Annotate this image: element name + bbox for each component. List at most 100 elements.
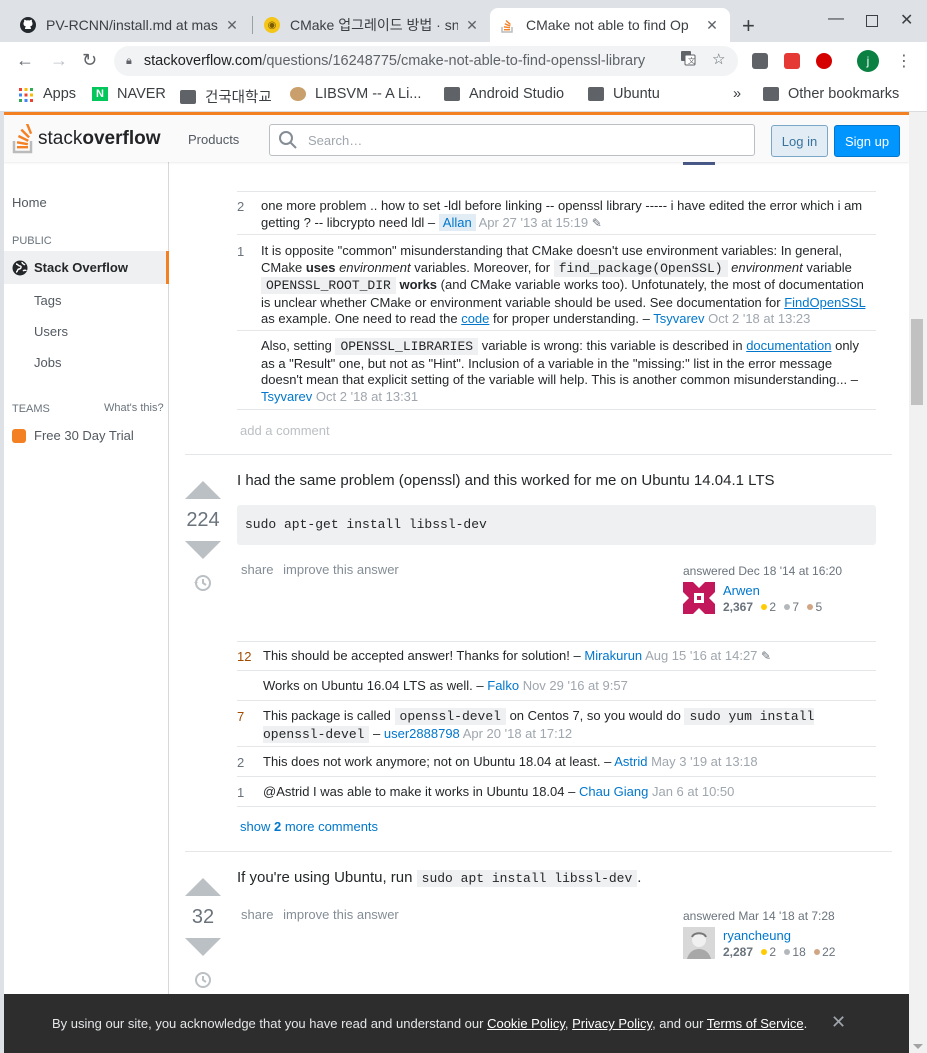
close-tab-icon[interactable]: ✕ [464,17,480,34]
adblock-icon[interactable] [816,53,832,69]
search-box[interactable] [269,124,755,156]
translate-icon[interactable]: 文 [680,50,696,70]
comment-date[interactable]: Oct 2 '18 at 13:23 [708,311,810,326]
comment-date[interactable]: Nov 29 '16 at 9:57 [523,678,628,693]
comment: 7 This package is called openssl-devel o… [237,701,876,747]
documentation-link[interactable]: documentation [746,338,831,353]
new-tab-button[interactable]: + [742,13,755,39]
close-icon[interactable]: ✕ [831,1012,846,1033]
close-window-icon[interactable]: ✕ [900,10,913,30]
page-scrollbar[interactable] [909,112,927,1053]
comment-date[interactable]: Oct 2 '18 at 13:31 [316,389,418,404]
bookmark-libsvm[interactable]: LIBSVM -- A Li... [290,86,421,102]
history-icon[interactable] [193,970,213,990]
comment-score: 12 [237,649,252,664]
privacy-policy-link[interactable]: Privacy Policy [572,1016,652,1031]
improve-answer-link[interactable]: improve this answer [283,562,399,577]
extension-icon[interactable] [784,53,800,69]
bookmarks-bar: Apps N NAVER 건국대학교 LIBSVM -- A Li... And… [0,80,927,112]
maximize-icon[interactable] [866,15,878,27]
stackoverflow-logo[interactable]: stackoverflow [12,122,160,154]
nav-stack-overflow[interactable]: Stack Overflow [4,251,169,284]
nav-jobs[interactable]: Jobs [34,355,61,370]
back-icon[interactable]: ← [16,50,34,71]
profile-avatar[interactable]: j [857,50,879,72]
share-link[interactable]: share [241,907,274,922]
bookmark-star-icon[interactable]: ☆ [712,50,725,68]
avatar[interactable] [683,582,715,614]
comment-date[interactable]: Apr 20 '18 at 17:12 [463,726,572,741]
answered-date: answered Mar 14 '18 at 7:28 [683,909,835,923]
cookie-policy-link[interactable]: Cookie Policy [487,1016,565,1031]
comment-user-link[interactable]: Tsyvarev [261,389,312,404]
downvote-button[interactable] [185,938,221,956]
show-more-comments-link[interactable]: show 2 more comments [240,819,378,834]
comment-user-link[interactable]: Falko [487,678,519,693]
comment-body: Works on Ubuntu 16.04 LTS as well. – Fal… [263,678,628,693]
vote-count: 224 [186,509,220,531]
scrollbar-thumb[interactable] [911,319,923,405]
bookmark-other[interactable]: Other bookmarks [763,86,899,102]
comment-date[interactable]: Aug 15 '16 at 14:27 [645,648,757,663]
login-button[interactable]: Log in [771,125,828,157]
upvote-button[interactable] [185,481,221,499]
comment-date[interactable]: Jan 6 at 10:50 [652,784,734,799]
vote-cell: 32 [183,878,223,993]
bookmark-label: NAVER [117,86,166,102]
forward-icon[interactable]: → [50,50,68,71]
user-name-link[interactable]: Arwen [723,583,760,598]
bookmark-konkuk[interactable]: 건국대학교 [180,86,272,107]
user-name-link[interactable]: ryancheung [723,928,791,943]
search-input[interactable] [308,132,708,148]
free-trial-link[interactable]: Free 30 Day Trial [12,428,134,443]
terms-of-service-link[interactable]: Terms of Service [707,1016,804,1031]
browser-tab-stackoverflow[interactable]: CMake not able to find Op ✕ [490,8,730,42]
comment-user-link[interactable]: Allan [438,213,476,231]
address-bar[interactable]: 🔒︎ stackoverflow.com/questions/16248775/… [114,46,738,76]
signup-button[interactable]: Sign up [834,125,900,157]
folder-icon [444,87,460,101]
scroll-down-arrow-icon[interactable] [913,1044,923,1049]
inline-code: sudo apt install libssl-dev [416,870,638,887]
minimize-icon[interactable]: — [828,10,844,28]
comment-date[interactable]: May 3 '19 at 13:18 [651,754,758,769]
post-menu: share improve this answer [241,562,405,577]
upvote-button[interactable] [185,878,221,896]
close-tab-icon[interactable]: ✕ [224,17,240,34]
share-link[interactable]: share [241,562,274,577]
bookmark-label: Other bookmarks [788,86,900,102]
browser-tab-cmake-upgrade[interactable]: ◉ CMake 업그레이드 방법 · sn ✕ [254,8,490,42]
comment-date[interactable]: Apr 27 '13 at 15:19 [479,215,588,230]
downvote-button[interactable] [185,541,221,559]
avatar[interactable] [683,927,715,959]
bookmark-apps[interactable]: Apps [18,86,76,102]
browser-tab-github[interactable]: PV-RCNN/install.md at master ✕ [10,8,250,42]
nav-home[interactable]: Home [12,195,47,210]
so-topbar: stackoverflow Products Log in Sign up [4,112,909,162]
bookmark-label: 건국대학교 [205,90,272,106]
close-tab-icon[interactable]: ✕ [704,17,720,34]
comment-user-link[interactable]: Mirakurun [584,648,642,663]
bookmarks-overflow-button[interactable]: » [733,86,741,102]
code-link[interactable]: code [461,311,489,326]
add-comment-link[interactable]: add a comment [240,423,330,438]
history-icon[interactable] [193,573,213,593]
bookmark-ubuntu[interactable]: Ubuntu [588,86,660,102]
nav-users[interactable]: Users [34,324,68,339]
comment-user-link[interactable]: user2888798 [384,726,460,741]
improve-answer-link[interactable]: improve this answer [283,907,399,922]
comment-user-link[interactable]: Chau Giang [579,784,648,799]
extension-icon[interactable] [752,53,768,69]
comment-user-link[interactable]: Astrid [614,754,647,769]
answered-date: answered Dec 18 '14 at 16:20 [683,564,843,578]
browser-menu-icon[interactable]: ⋮ [896,51,912,71]
reload-icon[interactable]: ↻ [82,50,97,71]
nav-tags[interactable]: Tags [34,293,61,308]
bookmark-android-studio[interactable]: Android Studio [444,86,564,102]
comment-user-link[interactable]: Tsyvarev [653,311,704,326]
bookmark-naver[interactable]: N NAVER [92,86,166,102]
findopenssl-link[interactable]: FindOpenSSL [784,295,865,310]
products-menu[interactable]: Products [188,132,239,147]
github-icon [20,17,36,33]
whats-this-link[interactable]: What's this? [104,402,164,414]
